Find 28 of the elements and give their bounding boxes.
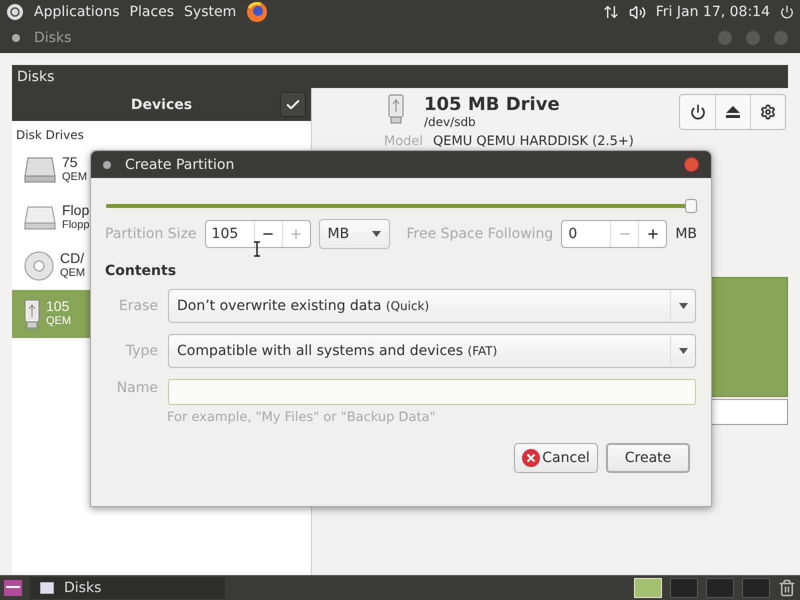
device-model: QEM	[62, 170, 88, 185]
type-label: Type	[124, 343, 158, 359]
erase-label: Erase	[118, 298, 158, 314]
device-model: QEM	[46, 314, 72, 329]
device-model: QEM	[60, 266, 86, 281]
device-name: CD/	[60, 251, 86, 266]
name-label: Name	[116, 380, 158, 396]
model-label: Model	[384, 134, 424, 149]
spin-value: 105	[210, 225, 240, 244]
device-name: Flop	[62, 203, 90, 218]
section-heading: Contents	[105, 263, 178, 279]
device-name: 105	[46, 299, 70, 314]
drive-path: /dev/sdb	[424, 115, 477, 129]
free-space-label: Free Space Following	[406, 226, 554, 242]
header-title: Disks	[17, 68, 54, 84]
device-model: Flopp	[62, 218, 90, 233]
drive-title: 105 MB Drive	[424, 94, 560, 115]
task-label: Disks	[64, 580, 102, 596]
size-label: Partition Size	[105, 226, 197, 242]
window-title: Disks	[34, 30, 72, 46]
devices-title: Devices	[130, 96, 192, 112]
unit-label: MB	[675, 226, 697, 242]
name-hint: For example, "My Files" or "Backup Data"	[167, 410, 437, 425]
spin-value: 0	[567, 225, 578, 244]
section-label: Disk Drives	[15, 127, 85, 144]
device-name: 75	[62, 155, 79, 170]
model-value: QEMU QEMU HARDDISK (2.5+)	[433, 134, 634, 149]
dialog-title: Create Partition	[125, 156, 234, 172]
